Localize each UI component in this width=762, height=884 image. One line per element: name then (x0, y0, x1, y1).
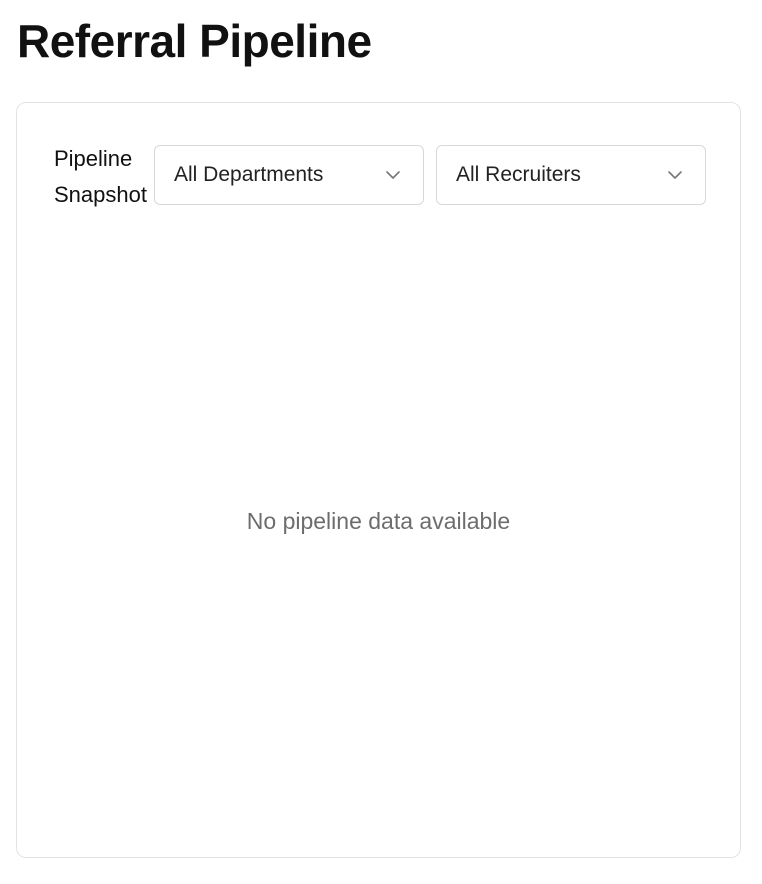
department-filter-select[interactable]: All Departments (154, 145, 424, 205)
recruiter-filter-select[interactable]: All Recruiters (436, 145, 706, 205)
card-title: Pipeline Snapshot (54, 146, 147, 207)
page-title: Referral Pipeline (17, 15, 372, 67)
chevron-down-icon (668, 171, 682, 179)
pipeline-card: Pipeline Snapshot All Departments All Re… (16, 102, 741, 858)
empty-state-message: No pipeline data available (246, 508, 511, 534)
page: Referral Pipeline Pipeline Snapshot All … (0, 0, 762, 884)
chevron-down-icon (386, 171, 400, 179)
department-filter-value: All Departments (174, 163, 324, 186)
recruiter-filter-value: All Recruiters (456, 163, 581, 186)
